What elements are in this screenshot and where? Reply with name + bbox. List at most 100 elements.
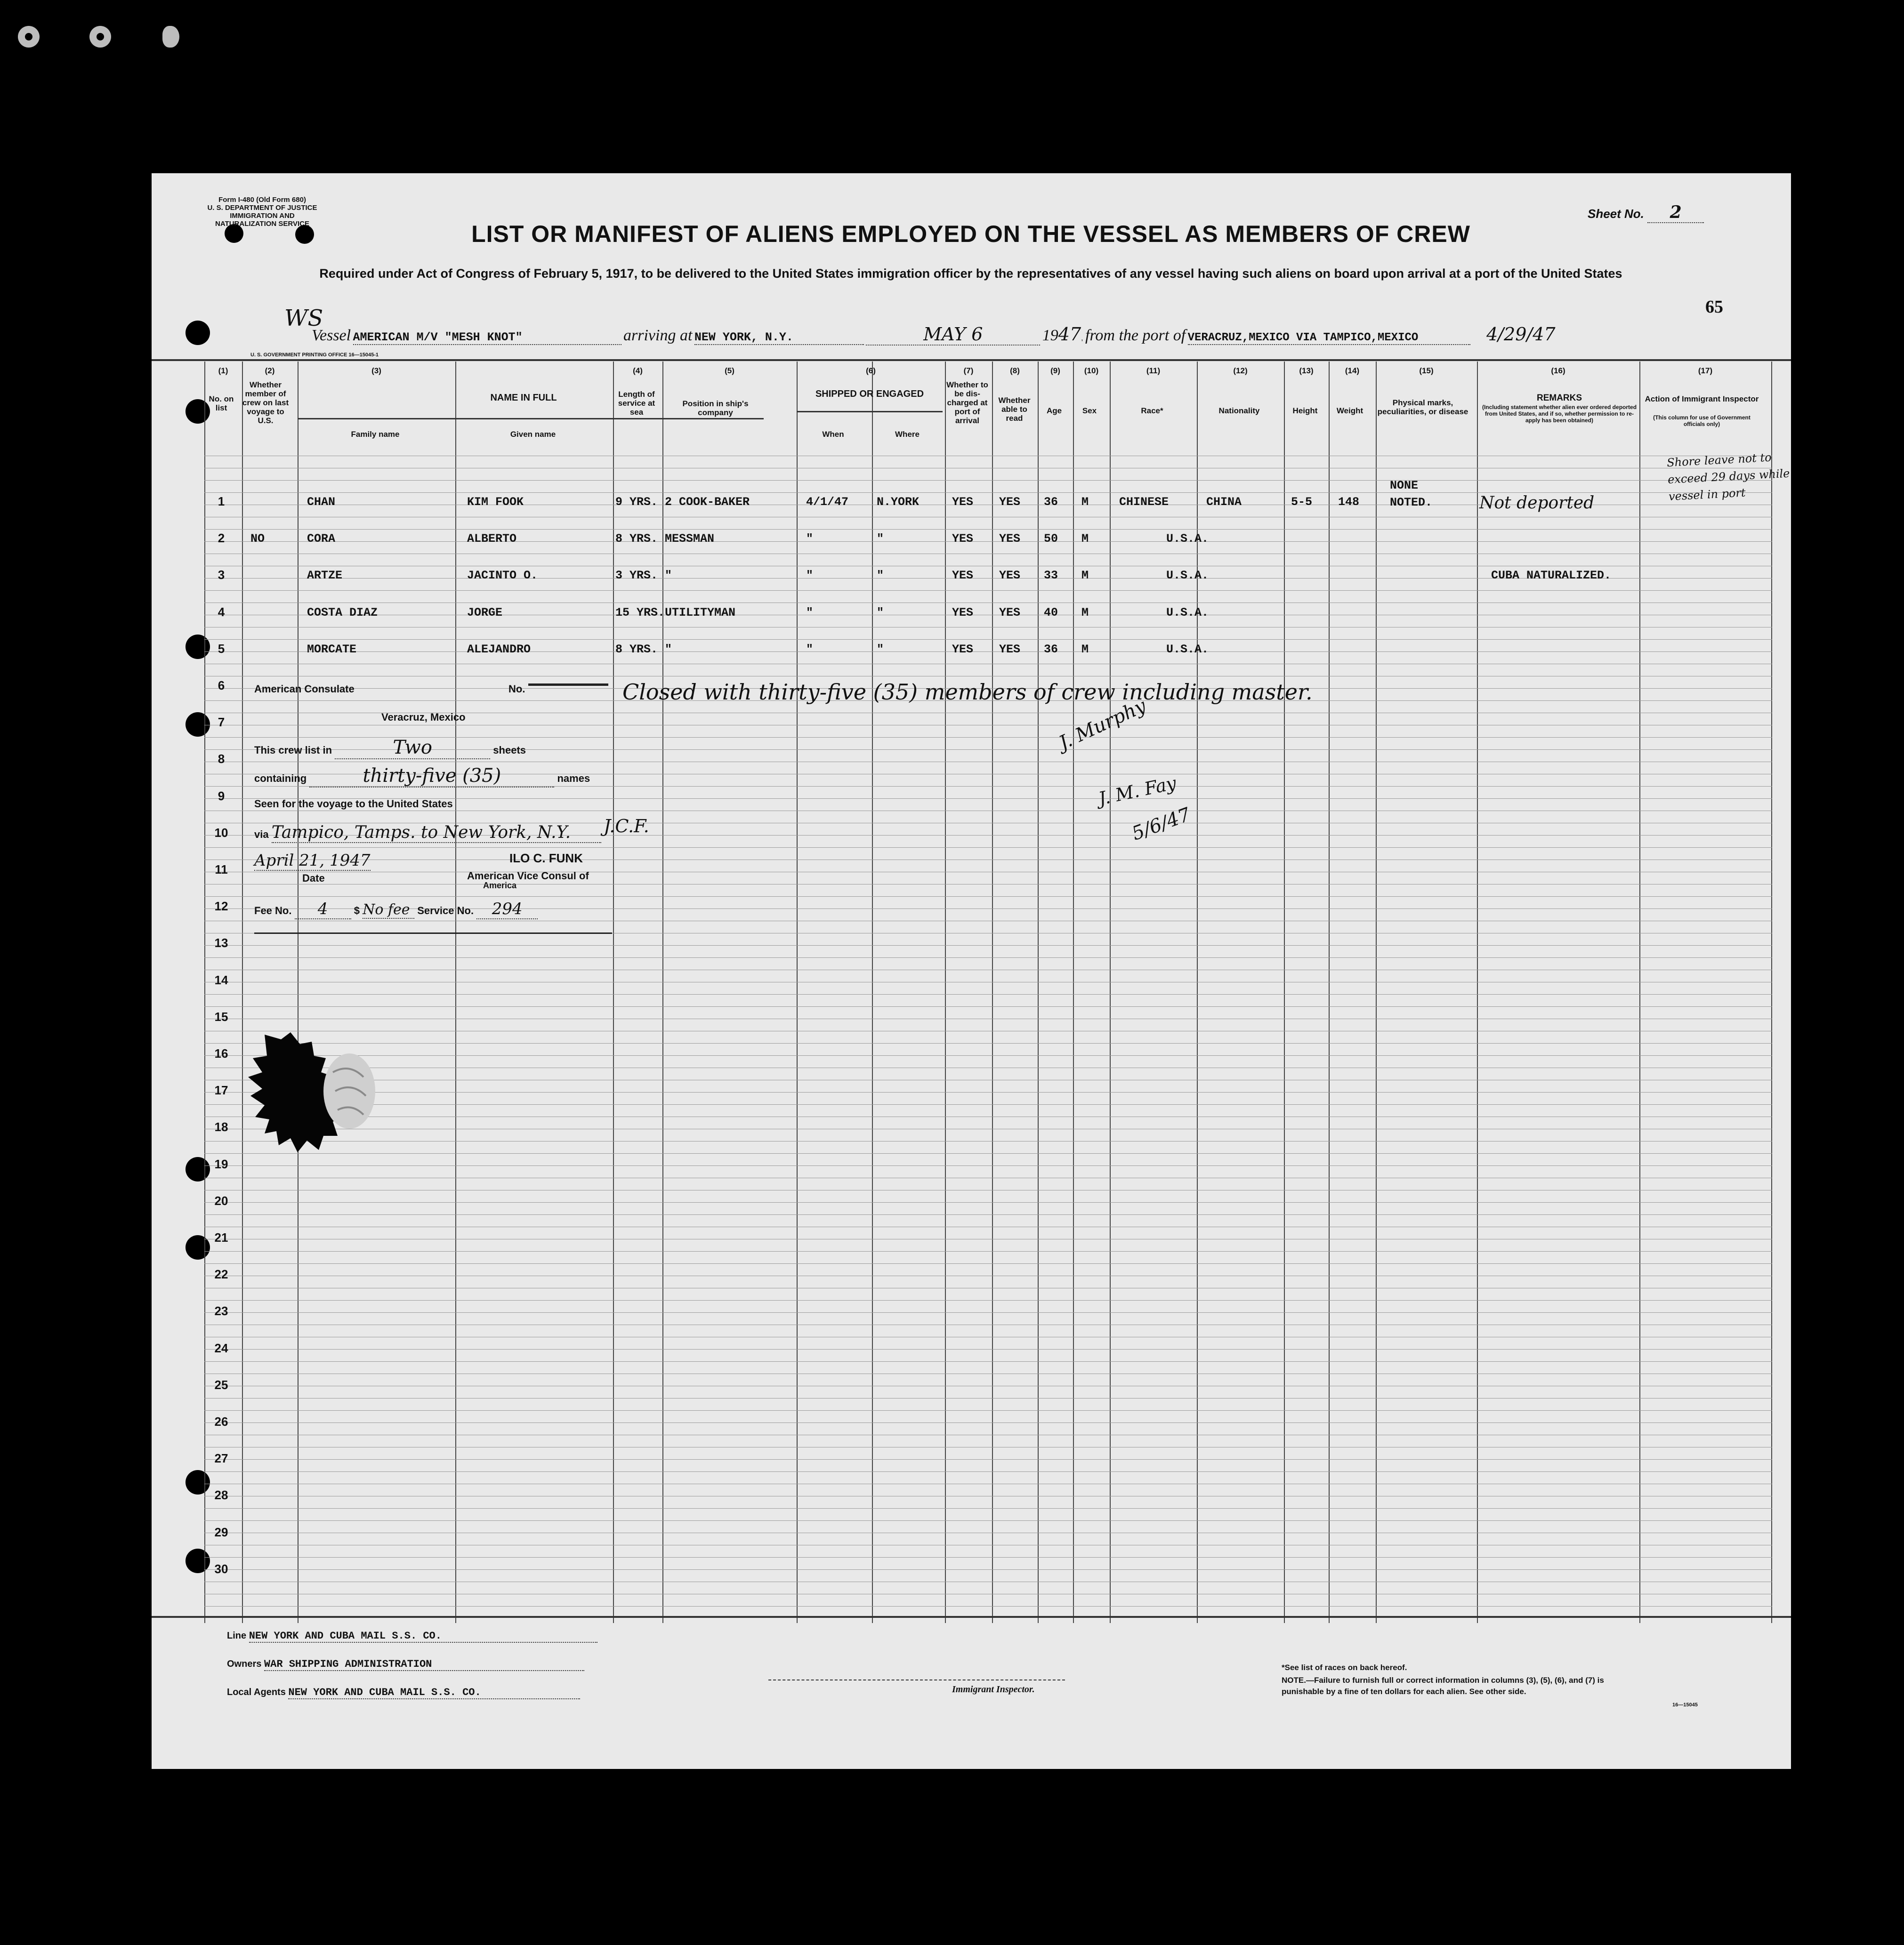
header-no-on-list: No. on list: [209, 394, 234, 412]
sex: M: [1081, 532, 1089, 546]
row-number: 29: [214, 1525, 228, 1539]
header-physical: Physical marks, peculiarities, or diseas…: [1377, 398, 1468, 416]
age: 33: [1044, 569, 1058, 583]
sheet-count: Two: [335, 737, 491, 759]
row-rule: [204, 847, 1772, 848]
row-number: 2: [218, 531, 225, 546]
footer-line: Line NEW YORK AND CUBA MAIL S.S. CO.: [227, 1630, 597, 1643]
family-name: CORA: [307, 532, 336, 546]
column-rule: [613, 362, 614, 1623]
column-number: (17): [1698, 366, 1713, 375]
row-number: 19: [214, 1157, 228, 1171]
races-note: *See list of races on back hereof.: [1282, 1663, 1407, 1672]
weight: 148: [1338, 495, 1360, 509]
closing-note: Closed with thirty-five (35) members of …: [622, 679, 1313, 705]
row-number: 16: [214, 1046, 228, 1061]
family-name: MORCATE: [307, 642, 357, 656]
given-name: JACINTO O.: [467, 569, 538, 583]
column-number: (9): [1050, 366, 1060, 375]
row-rule: [204, 1043, 1772, 1044]
header-shipped: SHIPPED OR ENGAGED: [815, 389, 924, 399]
row-number: 17: [214, 1083, 228, 1098]
line-label: Line: [227, 1631, 247, 1641]
column-rule: [1771, 362, 1772, 1623]
row-rule: [204, 1569, 1772, 1570]
stamp-bottom-rule: [254, 932, 612, 934]
fee-amount: No fee: [363, 901, 415, 919]
row-rule: [204, 1349, 1772, 1350]
footer-owners: Owners WAR SHIPPING ADMINISTRATION: [227, 1658, 584, 1671]
given-name: KIM FOOK: [467, 495, 524, 509]
family-name: CHAN: [307, 495, 336, 509]
discharged-status: YES: [952, 532, 974, 546]
header-family-name: Family name: [351, 430, 400, 439]
age: 36: [1044, 495, 1058, 509]
row-number: 11: [215, 862, 228, 876]
able-to-read: YES: [999, 495, 1021, 509]
shipped-where: ": [877, 642, 884, 656]
shipped-when: ": [806, 605, 814, 619]
family-name: ARTZE: [307, 569, 343, 583]
length-of-service: 3 YRS.: [615, 569, 658, 583]
column-rule: [945, 362, 946, 1623]
discharged-status: YES: [952, 642, 974, 656]
row-number: 18: [214, 1120, 228, 1134]
column-rule: [1329, 362, 1330, 1623]
agents-value: NEW YORK AND CUBA MAIL S.S. CO.: [288, 1687, 581, 1699]
owners-value: WAR SHIPPING ADMINISTRATION: [264, 1658, 584, 1671]
row-number: 24: [214, 1341, 228, 1355]
position: 2 COOK-BAKER: [665, 495, 750, 509]
column-rule: [1376, 362, 1377, 1623]
consulate-line4: via Tampico, Tamps. to New York, N.Y.: [254, 823, 601, 843]
column-number: (4): [633, 366, 643, 375]
fine-note: NOTE.—Failure to furnish full or correct…: [1282, 1676, 1604, 1696]
inspector-initials: J. M. Fay: [1097, 772, 1178, 809]
row-number: 25: [214, 1377, 228, 1392]
dollar-sign: $: [354, 905, 360, 916]
arrival-date: MAY 6: [866, 324, 1041, 346]
row-rule: [204, 1471, 1772, 1472]
shipped-when: ": [806, 532, 814, 546]
row-rule: [204, 957, 1772, 958]
row-number: 3: [218, 568, 225, 582]
column-number: (11): [1146, 366, 1161, 375]
able-to-read: YES: [999, 605, 1021, 619]
row-number: 8: [218, 752, 225, 766]
row-rule: [204, 1410, 1772, 1411]
arriving-label: arriving at: [623, 327, 693, 344]
row-rule: [204, 529, 1772, 530]
header-remarks: REMARKS: [1536, 393, 1582, 403]
family-name: COSTA DIAZ: [307, 605, 378, 619]
row-rule: [204, 1006, 1772, 1007]
row-rule: [204, 651, 1772, 652]
row-number: 13: [214, 936, 228, 950]
header-nationality: Nationality: [1218, 406, 1260, 415]
shipped-where: ": [877, 569, 884, 583]
vessel-label: Vessel: [312, 327, 351, 344]
row-rule: [204, 1557, 1772, 1558]
row-number: 12: [214, 899, 228, 914]
row-number: 9: [218, 788, 225, 803]
row-rule: [204, 1251, 1772, 1252]
punch-hole: [186, 635, 210, 659]
row-rule: [204, 590, 1772, 591]
position: ": [665, 642, 672, 656]
column-rule: [662, 362, 663, 1623]
nationality: U.S.A.: [1166, 569, 1209, 583]
punch-hole-small: [295, 225, 314, 244]
header-age: Age: [1046, 406, 1062, 415]
row-rule: [204, 896, 1772, 897]
height: 5-5: [1291, 495, 1313, 509]
remark-not-deported: Not deported: [1479, 493, 1595, 513]
column-number: (12): [1233, 366, 1248, 375]
fee-label: Fee No.: [254, 905, 292, 916]
sex: M: [1081, 569, 1089, 583]
discharged-status: YES: [952, 495, 974, 509]
shipped-when: 4/1/47: [806, 495, 849, 509]
names-label: names: [557, 772, 590, 784]
header-remarks-note: (Including statement whether alien ever …: [1482, 404, 1637, 424]
consulate-location: Veracruz, Mexico: [381, 711, 466, 723]
arriving-port: NEW YORK, N.Y.: [694, 330, 864, 345]
row-rule: [204, 1520, 1772, 1521]
departure-port: VERACRUZ,MEXICO VIA TAMPICO,MEXICO: [1187, 331, 1470, 345]
